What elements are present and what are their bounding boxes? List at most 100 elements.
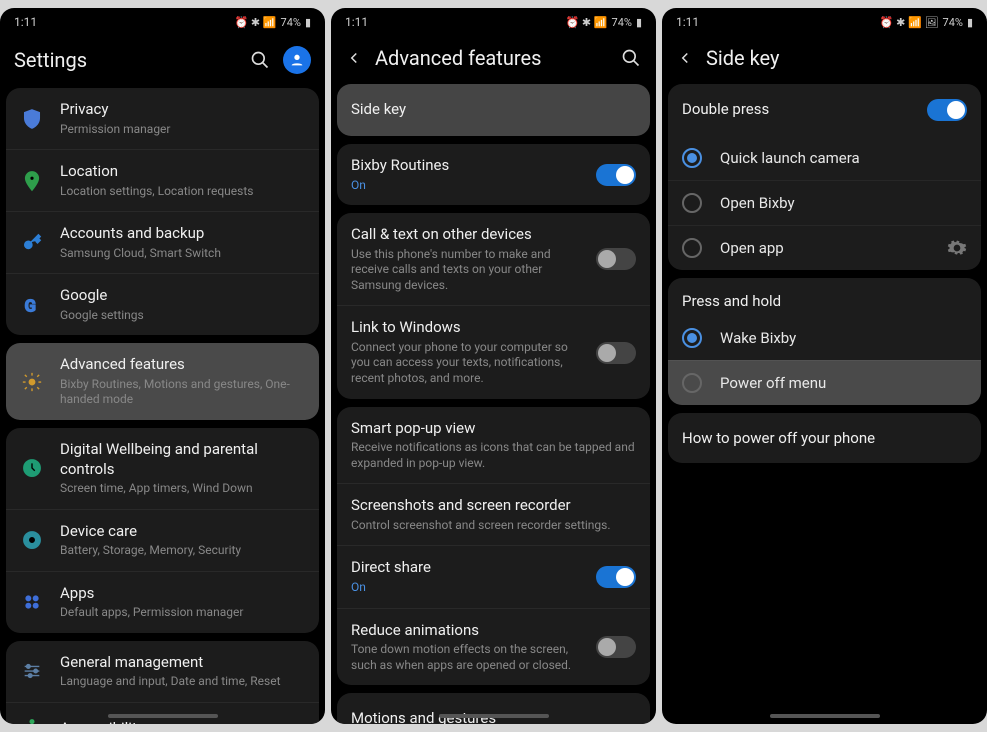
radio-button[interactable] xyxy=(682,373,702,393)
item-title: Digital Wellbeing and parental controls xyxy=(60,440,305,479)
item-subtitle: Tone down motion effects on the screen, … xyxy=(351,642,580,673)
item-subtitle: Control screenshot and screen recorder s… xyxy=(351,518,636,534)
item-title: Side key xyxy=(351,100,636,120)
item-title: Google xyxy=(60,286,305,306)
radio-button[interactable] xyxy=(682,148,702,168)
toggle-switch[interactable] xyxy=(596,164,636,186)
item-title: Device care xyxy=(60,522,305,542)
google-icon: G xyxy=(20,293,44,317)
svg-text:G: G xyxy=(25,297,36,316)
item-subtitle: Battery, Storage, Memory, Security xyxy=(60,543,305,559)
item-subtitle: On xyxy=(351,580,580,596)
back-icon[interactable] xyxy=(345,49,363,67)
toggle-switch[interactable] xyxy=(596,566,636,588)
feature-item-link-to-windows[interactable]: Link to WindowsConnect your phone to you… xyxy=(337,305,650,398)
settings-item-accounts-and-backup[interactable]: Accounts and backup Samsung Cloud, Smart … xyxy=(6,211,319,273)
search-icon[interactable] xyxy=(249,49,271,71)
option-open-bixby[interactable]: Open Bixby xyxy=(668,180,981,225)
option-label: Wake Bixby xyxy=(720,329,967,347)
item-title: Link to Windows xyxy=(351,318,580,338)
item-subtitle: Location settings, Location requests xyxy=(60,184,305,200)
status-time: 1:11 xyxy=(676,15,699,29)
radio-button[interactable] xyxy=(682,328,702,348)
nav-indicator xyxy=(108,714,218,718)
feature-item-side-key[interactable]: Side key xyxy=(337,84,650,136)
item-title: Smart pop-up view xyxy=(351,419,636,439)
option-label: Power off menu xyxy=(720,374,967,392)
advanced-header: Advanced features xyxy=(331,36,656,84)
shield-icon xyxy=(20,107,44,131)
status-bar: 1:11 ⏰ ✱ 📶 🖼74%▮ xyxy=(662,8,987,36)
radio-button[interactable] xyxy=(682,238,702,258)
option-wake-bixby[interactable]: Wake Bixby xyxy=(668,316,981,360)
feature-item-smart-pop-up-view[interactable]: Smart pop-up viewReceive notifications a… xyxy=(337,407,650,484)
settings-screen: 1:11 ⏰ ✱ 📶74%▮ Settings Privacy Permissio… xyxy=(0,8,325,724)
feature-item-bixby-routines[interactable]: Bixby Routines On xyxy=(337,144,650,205)
settings-item-accessibility[interactable]: Accessibility xyxy=(6,702,319,724)
feature-item-motions-and-gestures[interactable]: Motions and gestures xyxy=(337,693,650,724)
item-title: Reduce animations xyxy=(351,621,580,641)
item-subtitle: Default apps, Permission manager xyxy=(60,605,305,621)
advanced-features-screen: 1:11 ⏰ ✱ 📶74%▮ Advanced features Side ke… xyxy=(331,8,656,724)
settings-item-google[interactable]: GGoogleGoogle settings xyxy=(6,273,319,335)
item-title: Privacy xyxy=(60,100,305,120)
settings-item-apps[interactable]: AppsDefault apps, Permission manager xyxy=(6,571,319,633)
how-to-power-off[interactable]: How to power off your phone xyxy=(668,413,981,463)
feature-item-screenshots-and-screen-recorder[interactable]: Screenshots and screen recorder Control s… xyxy=(337,483,650,545)
apps-icon xyxy=(20,590,44,614)
sidekey-header: Side key xyxy=(662,36,987,84)
feature-item-reduce-animations[interactable]: Reduce animationsTone down motion effect… xyxy=(337,608,650,686)
item-title: Direct share xyxy=(351,558,580,578)
side-key-screen: 1:11 ⏰ ✱ 📶 🖼74%▮ Side key Double pressQu… xyxy=(662,8,987,724)
status-bar: 1:11 ⏰ ✱ 📶74%▮ xyxy=(0,8,325,36)
pin-icon xyxy=(20,169,44,193)
wellbeing-icon xyxy=(20,456,44,480)
status-time: 1:11 xyxy=(14,15,37,29)
item-subtitle: Language and input, Date and time, Reset xyxy=(60,674,305,690)
item-subtitle: Receive notifications as icons that can … xyxy=(351,440,636,471)
status-icons: ⏰ ✱ 📶74%▮ xyxy=(565,16,642,29)
item-subtitle: Use this phone's number to make and rece… xyxy=(351,247,580,294)
status-icons: ⏰ ✱ 📶74%▮ xyxy=(234,16,311,29)
item-subtitle: Samsung Cloud, Smart Switch xyxy=(60,246,305,262)
double-press-toggle[interactable] xyxy=(927,99,967,121)
item-subtitle: Permission manager xyxy=(60,122,305,138)
option-quick-launch-camera[interactable]: Quick launch camera xyxy=(668,136,981,180)
status-bar: 1:11 ⏰ ✱ 📶74%▮ xyxy=(331,8,656,36)
item-subtitle: On xyxy=(351,178,580,194)
feature-item-direct-share[interactable]: Direct share On xyxy=(337,545,650,607)
option-power-off-menu[interactable]: Power off menu xyxy=(668,360,981,405)
feature-item-call-text-on-other-devices[interactable]: Call & text on other devicesUse this pho… xyxy=(337,213,650,305)
toggle-switch[interactable] xyxy=(596,248,636,270)
nav-indicator xyxy=(770,714,880,718)
option-open-app[interactable]: Open app xyxy=(668,225,981,270)
item-title: Bixby Routines xyxy=(351,156,580,176)
item-title: Call & text on other devices xyxy=(351,225,580,245)
item-subtitle: Connect your phone to your computer so y… xyxy=(351,340,580,387)
press-hold-header: Press and hold xyxy=(668,278,981,316)
item-subtitle: Bixby Routines, Motions and gestures, On… xyxy=(60,377,305,408)
settings-item-general-management[interactable]: General managementLanguage and input, Da… xyxy=(6,641,319,702)
item-title: Advanced features xyxy=(60,355,305,375)
settings-item-device-care[interactable]: Device careBattery, Storage, Memory, Sec… xyxy=(6,509,319,571)
option-label: Quick launch camera xyxy=(720,149,967,167)
page-title: Settings xyxy=(14,48,237,72)
settings-header: Settings xyxy=(0,36,325,88)
profile-avatar[interactable] xyxy=(283,46,311,74)
back-icon[interactable] xyxy=(676,49,694,67)
settings-item-advanced-features[interactable]: Advanced featuresBixby Routines, Motions… xyxy=(6,343,319,420)
toggle-switch[interactable] xyxy=(596,636,636,658)
status-time: 1:11 xyxy=(345,15,368,29)
settings-item-location[interactable]: LocationLocation settings, Location requ… xyxy=(6,149,319,211)
access-icon xyxy=(20,716,44,724)
search-icon[interactable] xyxy=(620,47,642,69)
gear-icon[interactable] xyxy=(947,238,967,258)
settings-item-privacy[interactable]: Privacy Permission manager xyxy=(6,88,319,149)
item-title: Accounts and backup xyxy=(60,224,305,244)
care-icon xyxy=(20,528,44,552)
item-title: Screenshots and screen recorder xyxy=(351,496,636,516)
radio-button[interactable] xyxy=(682,193,702,213)
settings-item-digital-wellbeing-and-parental-controls[interactable]: Digital Wellbeing and parental controlsS… xyxy=(6,428,319,509)
option-label: Open Bixby xyxy=(720,194,967,212)
toggle-switch[interactable] xyxy=(596,342,636,364)
